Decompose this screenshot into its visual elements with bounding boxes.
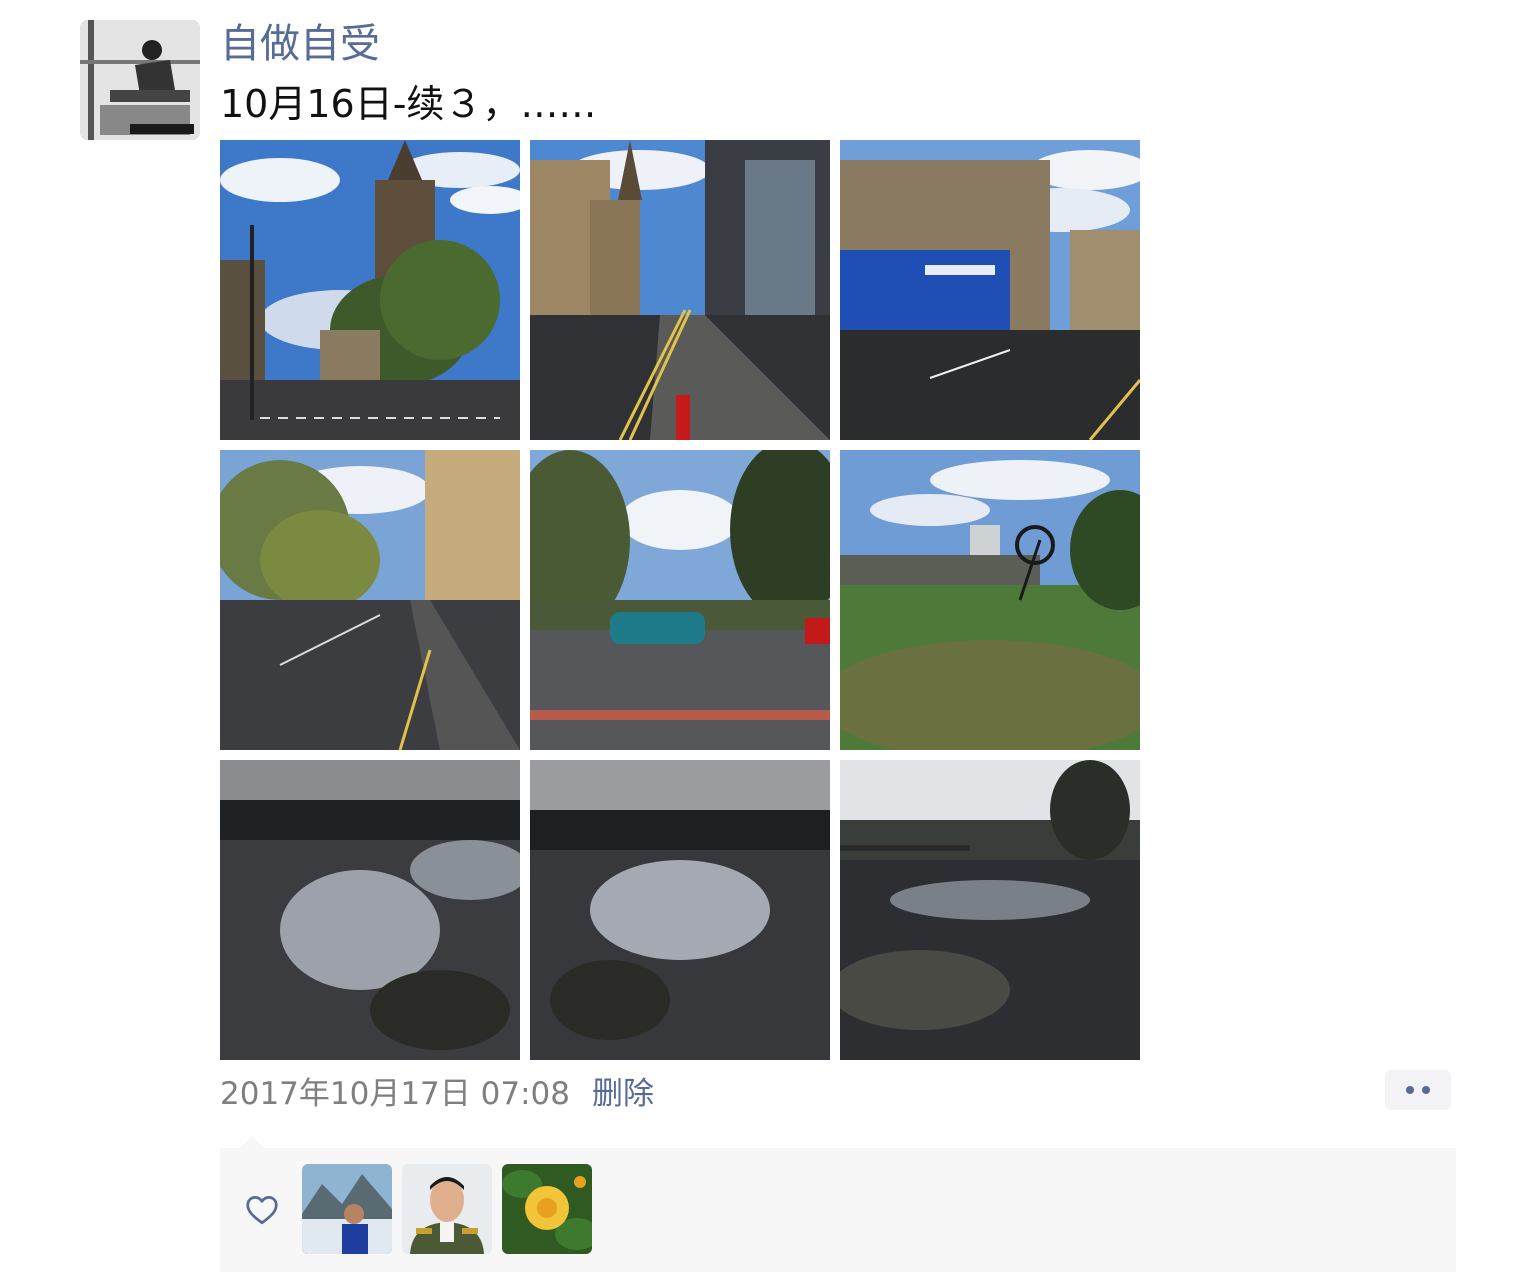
delete-link[interactable]: 删除 (592, 1068, 654, 1113)
more-dot-icon (1422, 1086, 1430, 1094)
author-name[interactable]: 自做自受 (220, 18, 380, 70)
photo-river-1[interactable] (220, 760, 520, 1060)
photo-high-street[interactable] (530, 140, 830, 440)
photo-river-2[interactable] (530, 760, 830, 1060)
photo-church-street[interactable] (220, 140, 520, 440)
more-options-button[interactable] (1385, 1070, 1451, 1110)
liker-avatar-1[interactable] (302, 1164, 392, 1254)
post-meta: 2017年10月17日 07:08 删除 (220, 1066, 654, 1114)
photo-grid (220, 140, 1140, 1060)
likes-panel (220, 1148, 1456, 1272)
photo-river-green[interactable] (840, 450, 1140, 750)
photo-road-trees[interactable] (220, 450, 520, 750)
photo-river-bridge[interactable] (840, 760, 1140, 1060)
liker-avatar-2[interactable] (402, 1164, 492, 1254)
post-text: 10月16日-续３，…… (220, 82, 597, 126)
more-dot-icon (1406, 1086, 1414, 1094)
liker-avatar-3[interactable] (502, 1164, 592, 1254)
heart-outline-icon (246, 1196, 278, 1225)
photo-fitness-corner[interactable] (840, 140, 1140, 440)
photo-car-park[interactable] (530, 450, 830, 750)
post-timestamp: 2017年10月17日 07:08 (220, 1075, 570, 1112)
author-avatar[interactable] (80, 20, 200, 140)
